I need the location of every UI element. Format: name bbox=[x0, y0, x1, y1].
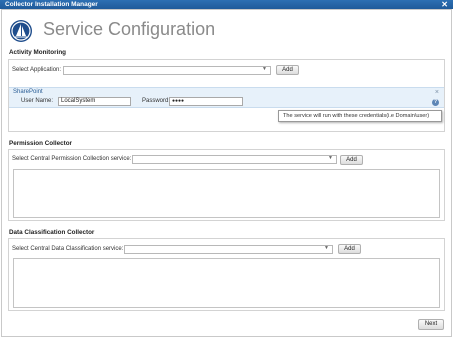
credentials-tooltip: The service will run with these credenti… bbox=[278, 110, 442, 122]
chevron-down-icon: ▼ bbox=[324, 245, 329, 251]
sharepoint-title: SharePoint bbox=[13, 89, 43, 95]
select-permission-service-dropdown[interactable]: ▼ bbox=[132, 155, 337, 164]
activity-monitoring-title: Activity Monitoring bbox=[9, 49, 67, 56]
add-application-button[interactable]: Add bbox=[276, 65, 299, 75]
permission-collector-title: Permission Collector bbox=[9, 140, 72, 147]
permission-collector-panel: Select Central Permission Collection ser… bbox=[8, 149, 445, 221]
title-bar: Collector Installation Manager ✕ bbox=[0, 0, 453, 9]
select-classification-service-label: Select Central Data Classification servi… bbox=[12, 246, 124, 252]
window-title: Collector Installation Manager bbox=[5, 1, 98, 8]
remove-sharepoint-icon[interactable]: × bbox=[435, 89, 439, 96]
chevron-down-icon: ▼ bbox=[262, 66, 267, 72]
add-classification-service-button[interactable]: Add bbox=[338, 244, 361, 254]
next-button[interactable]: Next bbox=[418, 319, 444, 330]
username-label: User Name: bbox=[21, 98, 54, 104]
password-label: Password: bbox=[142, 98, 171, 104]
chevron-down-icon: ▼ bbox=[328, 155, 333, 161]
data-classification-panel: Select Central Data Classification servi… bbox=[8, 238, 445, 311]
username-field[interactable]: LocalSystem bbox=[58, 97, 131, 106]
select-application-dropdown[interactable]: ▼ bbox=[63, 66, 271, 75]
sail-logo-icon bbox=[10, 20, 32, 42]
select-application-label: Select Application: bbox=[12, 67, 62, 73]
help-icon[interactable]: ? bbox=[432, 99, 439, 106]
select-classification-service-dropdown[interactable]: ▼ bbox=[124, 245, 333, 254]
permission-service-list[interactable] bbox=[13, 169, 440, 218]
password-field[interactable]: ●●●● bbox=[169, 97, 243, 106]
sharepoint-entry: SharePoint × User Name: LocalSystem Pass… bbox=[9, 87, 444, 108]
select-permission-service-label: Select Central Permission Collection ser… bbox=[12, 156, 132, 162]
classification-service-list[interactable] bbox=[13, 258, 440, 308]
page-title: Service Configuration bbox=[43, 19, 216, 39]
data-classification-title: Data Classification Collector bbox=[9, 229, 95, 236]
close-window-icon[interactable]: ✕ bbox=[441, 0, 448, 9]
add-permission-service-button[interactable]: Add bbox=[340, 155, 363, 165]
